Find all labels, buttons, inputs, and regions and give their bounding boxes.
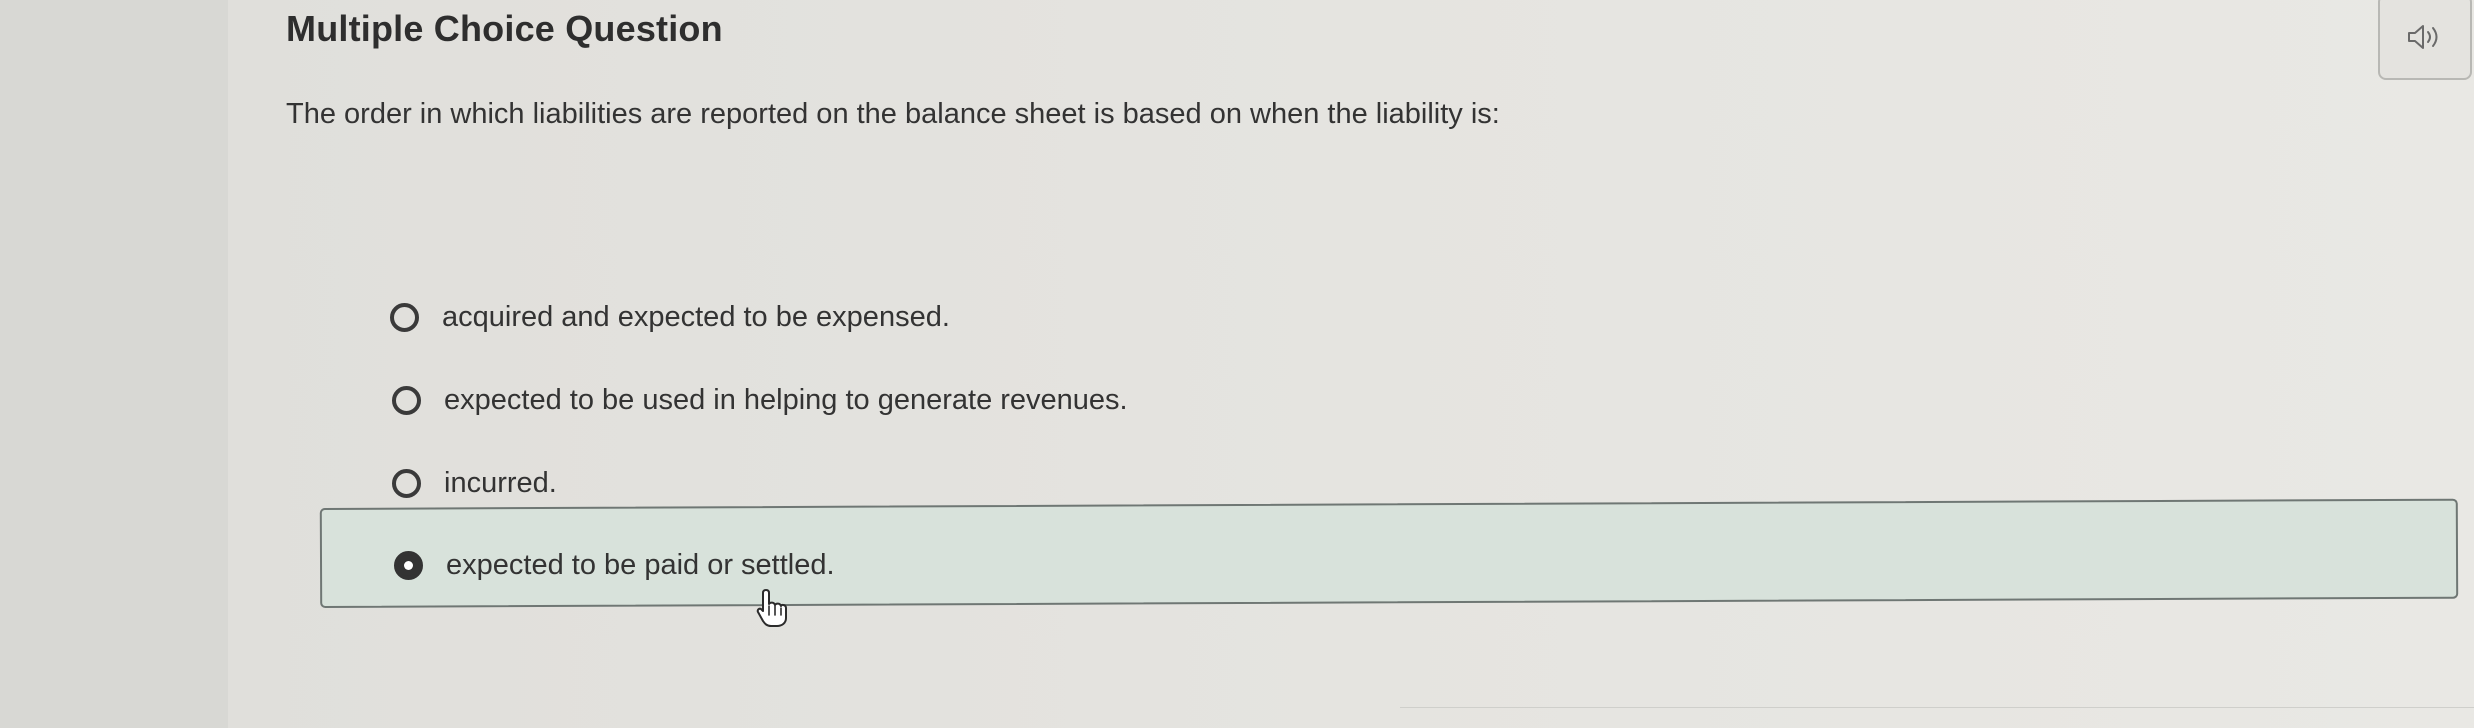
answer-option-4[interactable]: expected to be paid or settled. [394,549,835,582]
question-prompt: The order in which liabilities are repor… [286,98,1500,130]
answer-option-label: incurred. [444,467,557,499]
quiz-page: Multiple Choice Question The order in wh… [0,0,2474,728]
answer-option-label: expected to be used in helping to genera… [444,384,1128,416]
divider [1400,707,2474,708]
radio-button[interactable] [392,386,421,415]
answer-option-1[interactable]: acquired and expected to be expensed. [390,301,950,334]
left-rail [0,0,228,728]
speaker-icon [2408,25,2438,49]
radio-button-selected[interactable] [394,551,423,580]
answer-option-label: expected to be paid or settled. [446,549,835,581]
answer-option-label: acquired and expected to be expensed. [442,301,950,333]
radio-button[interactable] [392,469,421,498]
radio-button[interactable] [390,303,419,332]
hand-pointer-icon [756,589,787,627]
answer-option-2[interactable]: expected to be used in helping to genera… [392,384,1128,417]
radio-dot [404,561,413,570]
answer-option-3[interactable]: incurred. [392,467,557,500]
question-heading: Multiple Choice Question [286,8,723,49]
read-aloud-button[interactable] [2378,0,2472,80]
